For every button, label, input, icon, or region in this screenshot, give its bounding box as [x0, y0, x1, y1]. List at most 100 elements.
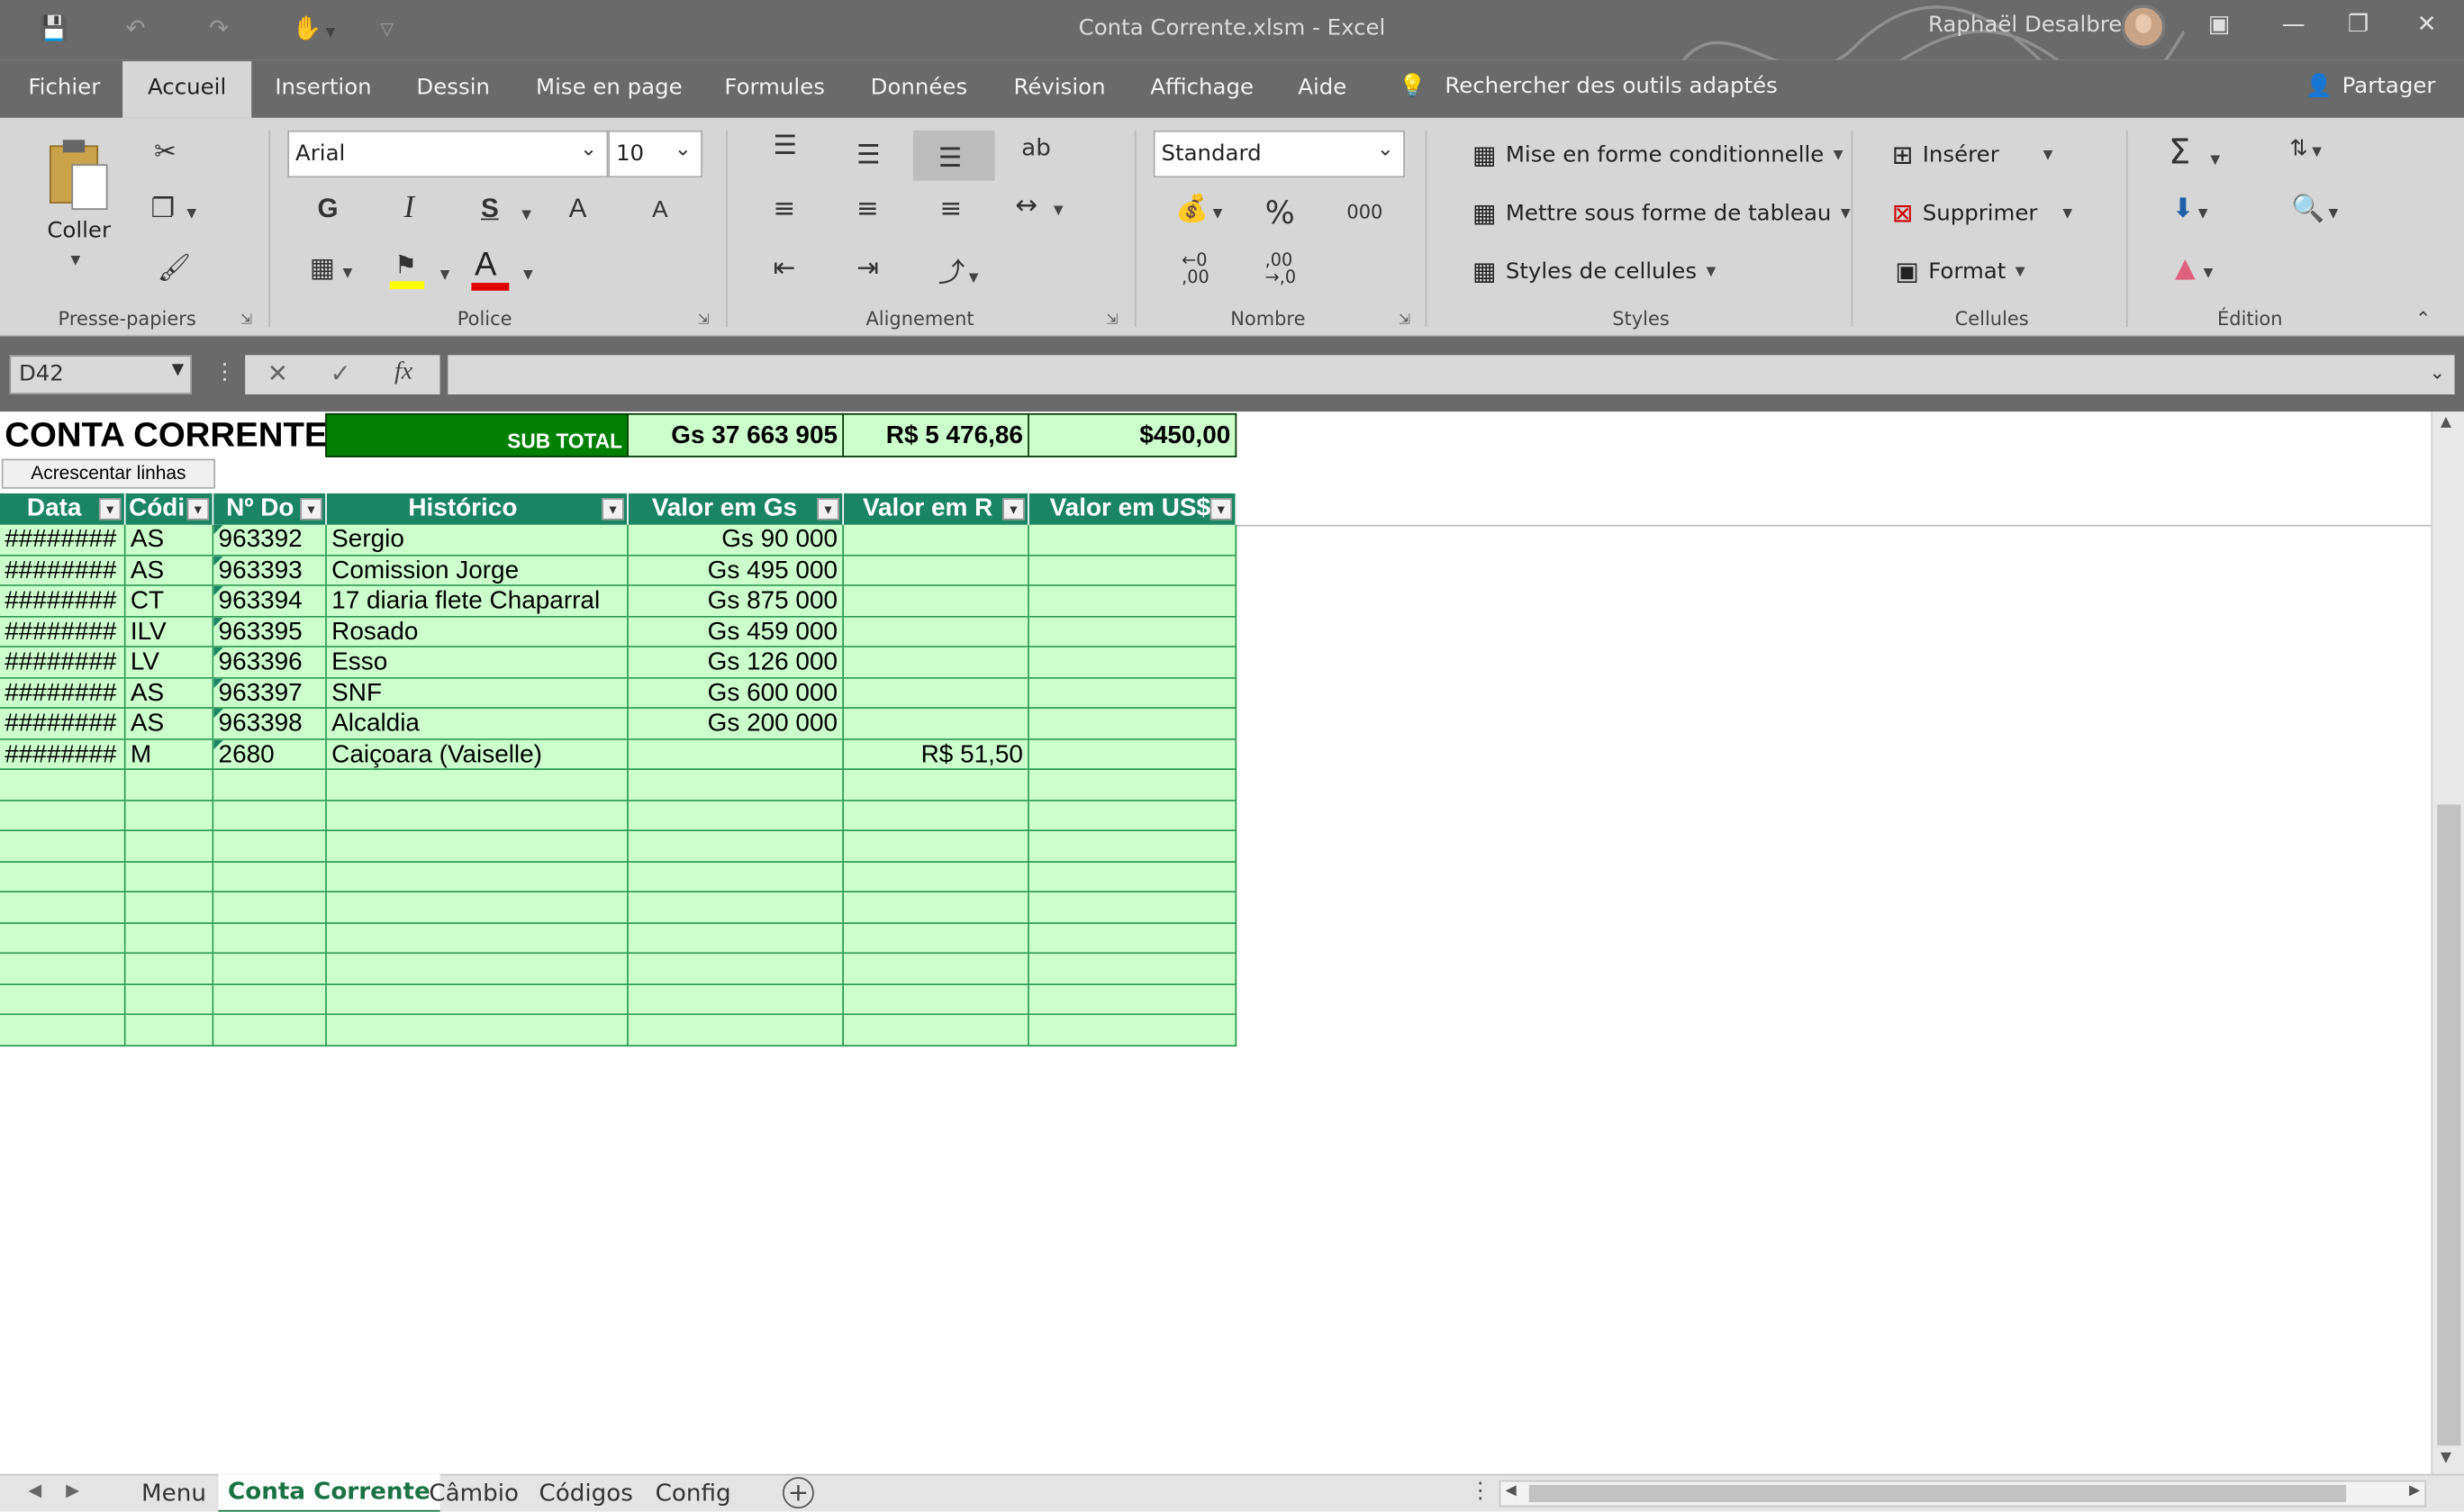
tab-mise-en-page[interactable]: Mise en page	[536, 76, 683, 101]
cell-valor-usd[interactable]	[1028, 585, 1237, 617]
cell-numero-doc[interactable]	[213, 923, 327, 955]
sheet-tab-cambio[interactable]: Câmbio	[420, 1479, 529, 1507]
copy-icon[interactable]: ❐ ▼	[151, 194, 197, 225]
cell-numero-doc[interactable]	[213, 801, 327, 832]
cell-codigo[interactable]: AS	[125, 555, 214, 586]
cell-historico[interactable]	[326, 892, 629, 924]
bold-button[interactable]: G	[317, 194, 338, 225]
cell-valor-gs[interactable]	[628, 954, 845, 985]
formula-input[interactable]: ⌄	[448, 355, 2455, 394]
cell-valor-rs[interactable]	[844, 831, 1029, 863]
add-sheet-icon[interactable]: +	[782, 1477, 814, 1509]
cell-data[interactable]	[0, 984, 126, 1016]
percent-style-button[interactable]: %	[1265, 194, 1295, 231]
font-color-dropdown-icon[interactable]: ▼	[523, 267, 533, 282]
vertical-scrollbar[interactable]: ▲ ▼	[2431, 412, 2464, 1474]
scroll-up-icon[interactable]: ▲	[2441, 415, 2451, 430]
tab-donnees[interactable]: Données	[871, 76, 968, 101]
cell-historico[interactable]: SNF	[326, 677, 629, 709]
cell-historico[interactable]	[326, 923, 629, 955]
cell-valor-rs[interactable]	[844, 616, 1029, 647]
header-data[interactable]: Data ▼	[0, 493, 126, 525]
cell-data[interactable]: ########	[0, 738, 126, 771]
cell-valor-usd[interactable]	[1028, 677, 1237, 709]
cell-codigo[interactable]	[125, 862, 214, 893]
cell-numero-doc[interactable]: 963395	[213, 616, 327, 647]
borders-icon[interactable]: ▦ ▼	[310, 253, 353, 285]
cell-numero-doc[interactable]: 963397	[213, 677, 327, 709]
cell-valor-usd[interactable]	[1028, 892, 1237, 924]
cell-numero-doc[interactable]: 963398	[213, 708, 327, 739]
table-row[interactable]	[0, 984, 1237, 1016]
cell-codigo[interactable]	[125, 1015, 214, 1046]
cell-data[interactable]: ########	[0, 677, 126, 709]
cell-historico[interactable]: Sergio	[326, 524, 629, 556]
align-bottom-button[interactable]: ☰	[912, 130, 995, 181]
cell-valor-gs[interactable]	[628, 801, 845, 832]
header-historico[interactable]: Histórico ▼	[326, 493, 629, 525]
cell-valor-usd[interactable]	[1028, 923, 1237, 955]
table-row[interactable]	[0, 831, 1237, 863]
cell-data[interactable]: ########	[0, 585, 126, 617]
cell-valor-rs[interactable]	[844, 801, 1029, 832]
table-row[interactable]	[0, 770, 1237, 801]
orientation-icon[interactable]: ⤴ ▼	[938, 249, 979, 289]
cell-numero-doc[interactable]	[213, 862, 327, 893]
align-right-icon[interactable]: ≡	[939, 194, 962, 225]
vertical-scroll-thumb[interactable]	[2437, 804, 2461, 1446]
paste-dropdown-icon[interactable]: ▼	[71, 253, 81, 267]
worksheet[interactable]: CONTA CORRENTE SUB TOTAL Gs 37 663 905 R…	[0, 412, 2432, 1474]
cell-valor-gs[interactable]: Gs 90 000	[628, 524, 845, 556]
wrap-text-icon[interactable]: ab	[1021, 133, 1051, 161]
tab-fichier[interactable]: Fichier	[28, 76, 100, 101]
cell-historico[interactable]: Rosado	[326, 616, 629, 647]
insert-function-button[interactable]: fx	[394, 358, 412, 386]
cell-styles-button[interactable]: ▦ Styles de cellules ▼	[1472, 256, 1716, 285]
horizontal-scrollbar[interactable]: ◀ ▶	[1499, 1480, 2427, 1507]
cell-codigo[interactable]: AS	[125, 677, 214, 709]
cell-historico[interactable]: Comission Jorge	[326, 555, 629, 586]
ribbon-display-icon[interactable]: ▣	[2208, 9, 2231, 37]
cell-numero-doc[interactable]: 963392	[213, 524, 327, 556]
table-row[interactable]: ######## AS 963397 SNF Gs 600 000	[0, 677, 1237, 709]
font-launcher-icon[interactable]: ⇲	[698, 312, 710, 328]
cancel-entry-icon[interactable]: ✕	[267, 358, 288, 388]
filter-dropdown-icon[interactable]: ▼	[817, 498, 839, 521]
cell-valor-gs[interactable]: Gs 200 000	[628, 708, 845, 739]
cell-historico[interactable]	[326, 984, 629, 1016]
italic-button[interactable]: I	[403, 190, 414, 226]
minimize-icon[interactable]: —	[2282, 9, 2305, 37]
cell-data[interactable]: ########	[0, 616, 126, 647]
cell-data[interactable]	[0, 831, 126, 863]
table-row[interactable]: ######## M 2680 Caiçoara (Vaiselle) R$ 51,50	[0, 738, 1237, 771]
cell-valor-gs[interactable]: Gs 126 000	[628, 647, 845, 678]
cell-historico[interactable]	[326, 862, 629, 893]
cell-valor-usd[interactable]	[1028, 647, 1237, 678]
find-select-icon[interactable]: 🔍 ▼	[2291, 194, 2338, 225]
font-size-combo[interactable]: 10 ⌄	[608, 130, 702, 178]
format-as-table-button[interactable]: ▦ Mettre sous forme de tableau ▼	[1472, 198, 1851, 228]
cell-valor-usd[interactable]	[1028, 738, 1237, 771]
table-row[interactable]	[0, 892, 1237, 924]
cell-valor-gs[interactable]	[628, 862, 845, 893]
insert-cells-button[interactable]: ⊞ Insérer ▼	[1892, 140, 2052, 169]
paste-button[interactable]: Coller ▼	[34, 133, 119, 275]
decrease-font-button[interactable]: A	[652, 196, 667, 223]
table-row[interactable]: ######## AS 963398 Alcaldia Gs 200 000	[0, 708, 1237, 739]
cell-valor-rs[interactable]	[844, 892, 1029, 924]
alignment-launcher-icon[interactable]: ⇲	[1106, 312, 1118, 328]
cell-numero-doc[interactable]	[213, 892, 327, 924]
avatar[interactable]	[2121, 5, 2166, 50]
filter-dropdown-icon[interactable]: ▼	[300, 498, 322, 521]
cell-codigo[interactable]	[125, 801, 214, 832]
cut-icon[interactable]: ✂	[154, 137, 177, 168]
font-name-combo[interactable]: Arial ⌄	[287, 130, 609, 178]
scroll-down-icon[interactable]: ▼	[2441, 1451, 2451, 1466]
cell-historico[interactable]: Alcaldia	[326, 708, 629, 739]
cell-data[interactable]: ########	[0, 555, 126, 586]
cell-numero-doc[interactable]	[213, 984, 327, 1016]
filter-dropdown-icon[interactable]: ▼	[98, 498, 122, 521]
cell-valor-rs[interactable]	[844, 862, 1029, 893]
cell-valor-usd[interactable]	[1028, 1015, 1237, 1046]
table-row[interactable]	[0, 923, 1237, 955]
